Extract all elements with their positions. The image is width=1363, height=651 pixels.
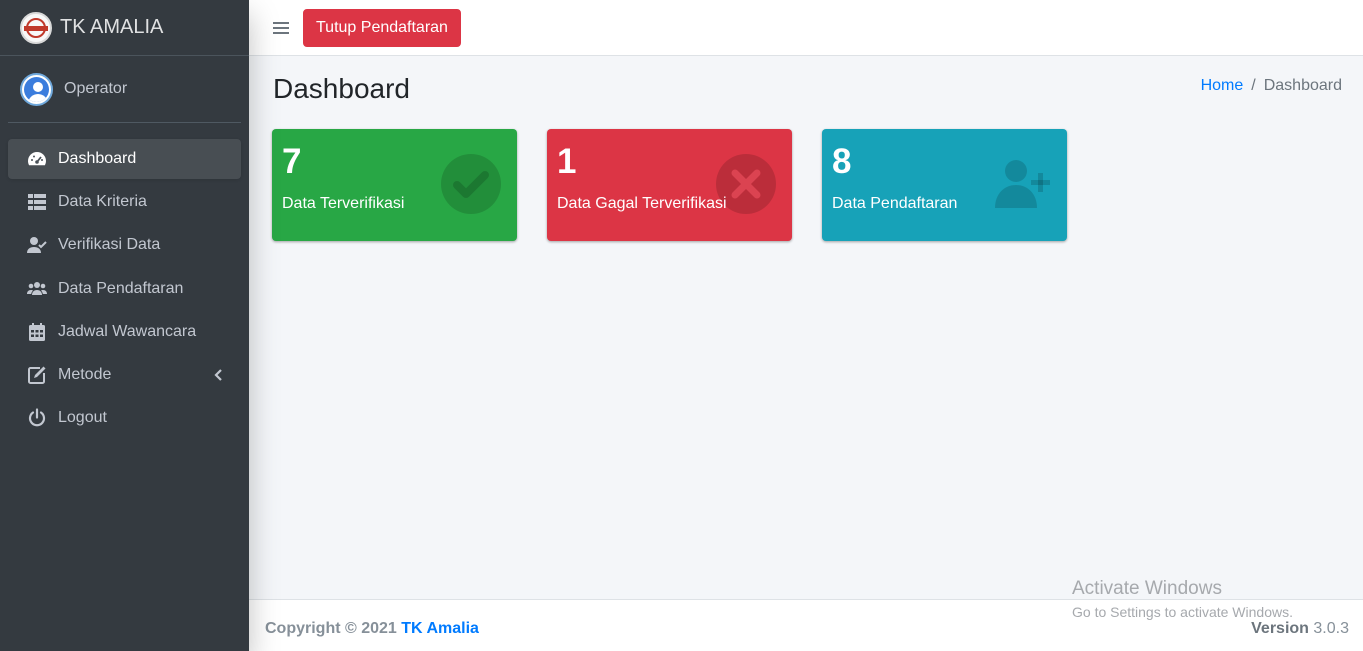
stat-value: 8	[832, 142, 852, 181]
sidebar-item-dashboard[interactable]: Dashboard	[8, 139, 241, 179]
stat-label: Data Pendaftaran	[832, 195, 958, 212]
brand-name: TK AMALIA	[60, 16, 164, 38]
stat-value: 7	[282, 142, 302, 181]
sidebar-item-logout[interactable]: Logout	[8, 398, 241, 438]
copyright: Copyright © 2021 TK Amalia	[265, 620, 479, 638]
hamburger-icon[interactable]	[273, 21, 289, 35]
sidebar-item-metode[interactable]: Metode	[8, 355, 241, 395]
school-logo-icon	[20, 11, 52, 44]
sidebar-item-data-kriteria[interactable]: Data Kriteria	[8, 182, 241, 222]
brand-link[interactable]: TK AMALIA	[0, 0, 249, 56]
close-registration-button[interactable]: Tutup Pendaftaran	[303, 8, 461, 47]
chevron-left-icon	[214, 369, 222, 381]
stat-label: Data Gagal Terverifikasi	[557, 195, 727, 212]
windows-activation-title: Activate Windows	[1072, 578, 1222, 599]
user-panel[interactable]: Operator	[8, 56, 241, 123]
main-sidebar: TK AMALIA Operator Dashboard Data Kriter…	[0, 0, 249, 651]
edit-icon	[26, 365, 48, 385]
copyright-prefix: Copyright © 2021	[265, 620, 397, 637]
check-circle-icon	[441, 154, 501, 214]
stat-box-verified[interactable]: 7 Data Terverifikasi	[272, 129, 517, 241]
sidebar-item-label: Data Kriteria	[58, 193, 147, 211]
calendar-icon	[26, 322, 48, 342]
content-wrapper: Dashboard Home / Dashboard 7 Data Terver…	[249, 56, 1363, 599]
sidebar-nav: Dashboard Data Kriteria Verifikasi Data …	[0, 139, 249, 438]
page-title: Dashboard	[273, 73, 410, 104]
user-name: Operator	[64, 80, 128, 97]
sidebar-item-label: Metode	[58, 365, 112, 383]
version-label: Version	[1251, 620, 1309, 637]
sidebar-item-label: Data Pendaftaran	[58, 279, 184, 297]
tachometer-icon	[26, 149, 48, 169]
sidebar-item-label: Logout	[58, 409, 107, 427]
breadcrumb-current: Dashboard	[1263, 77, 1342, 94]
stat-label: Data Terverifikasi	[282, 195, 405, 212]
power-icon	[26, 408, 48, 428]
version-number: 3.0.3	[1313, 620, 1349, 637]
user-plus-icon	[995, 160, 1050, 208]
sidebar-item-label: Verifikasi Data	[58, 236, 161, 254]
users-icon	[26, 279, 48, 299]
breadcrumb-home-link[interactable]: Home	[1201, 77, 1244, 95]
breadcrumb: Home / Dashboard	[1201, 77, 1342, 95]
user-check-icon	[26, 235, 48, 255]
breadcrumb-separator: /	[1251, 77, 1256, 94]
version-info: Version 3.0.3	[1251, 620, 1349, 638]
windows-activation-subtitle: Go to Settings to activate Windows.	[1072, 604, 1293, 620]
stat-box-registrations[interactable]: 8 Data Pendaftaran	[822, 129, 1067, 241]
sidebar-item-data-pendaftaran[interactable]: Data Pendaftaran	[8, 269, 241, 309]
sidebar-item-verifikasi-data[interactable]: Verifikasi Data	[8, 225, 241, 265]
sidebar-item-label: Jadwal Wawancara	[58, 322, 197, 340]
stat-box-failed[interactable]: 1 Data Gagal Terverifikasi	[547, 129, 792, 241]
sidebar-item-label: Dashboard	[58, 150, 137, 167]
copyright-link[interactable]: TK Amalia	[401, 620, 479, 637]
table-list-icon	[26, 192, 48, 212]
top-navbar: Tutup Pendaftaran	[249, 0, 1363, 56]
user-avatar-icon	[20, 72, 53, 106]
sidebar-item-jadwal-wawancara[interactable]: Jadwal Wawancara	[8, 312, 241, 352]
stat-value: 1	[557, 142, 577, 181]
